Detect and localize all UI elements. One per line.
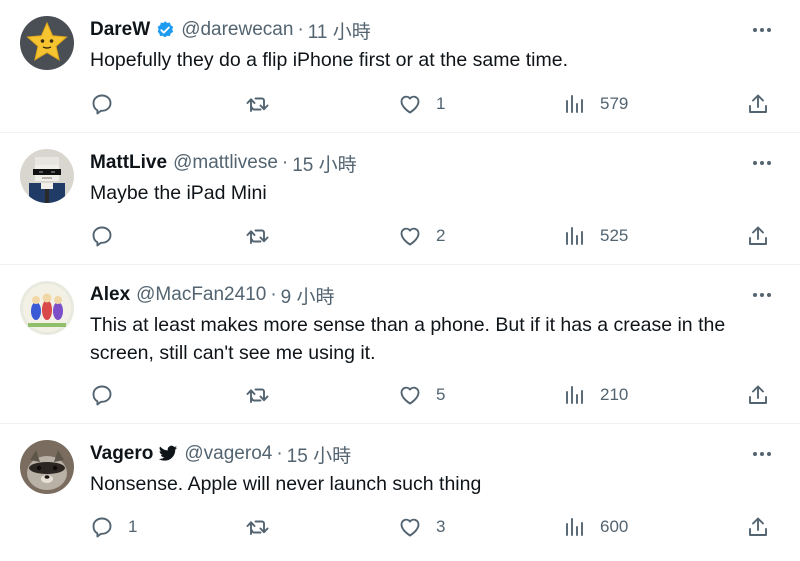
verified-badge-icon xyxy=(155,20,175,40)
views-button[interactable]: 210 xyxy=(562,381,628,409)
tweet-text: Maybe the iPad Mini xyxy=(90,182,267,204)
user-handle[interactable]: @mattlivese xyxy=(173,152,278,174)
pixel-sunglasses-avatar-icon xyxy=(20,149,74,203)
share-icon xyxy=(746,92,770,116)
like-count: 1 xyxy=(436,94,446,113)
tweet-text: This at least makes more sense than a ph… xyxy=(90,314,726,364)
share-button[interactable] xyxy=(746,90,770,118)
timestamp[interactable]: 15 小時 xyxy=(287,441,351,468)
reply-icon xyxy=(90,224,114,248)
like-button[interactable]: 1 xyxy=(398,90,445,118)
avatar[interactable] xyxy=(20,149,74,203)
timestamp[interactable]: 11 小時 xyxy=(308,17,371,44)
reply-count: 1 xyxy=(128,517,138,536)
view-count: 600 xyxy=(600,517,629,536)
raccoon-avatar-icon xyxy=(20,440,74,494)
user-handle[interactable]: @vagero4 xyxy=(184,443,272,465)
analytics-icon xyxy=(562,92,586,116)
analytics-icon xyxy=(562,515,586,539)
tweet-actions: 2 525 xyxy=(90,222,780,250)
view-count: 525 xyxy=(600,226,629,245)
more-options-icon[interactable] xyxy=(750,283,774,307)
display-name[interactable]: DareW xyxy=(90,19,150,41)
tweet[interactable]: Alex @MacFan2410 · 9 小時 This at least ma… xyxy=(0,265,800,424)
like-button[interactable]: 2 xyxy=(398,222,445,250)
like-count: 3 xyxy=(436,517,446,536)
share-button[interactable] xyxy=(746,222,770,250)
more-options-icon[interactable] xyxy=(750,442,774,466)
share-button[interactable] xyxy=(746,513,770,541)
retweet-icon xyxy=(245,224,271,248)
display-name[interactable]: Vagero xyxy=(90,443,153,465)
reply-icon xyxy=(90,515,114,539)
tweet-text: Nonsense. Apple will never launch such t… xyxy=(90,473,482,495)
share-icon xyxy=(746,224,770,248)
like-count: 5 xyxy=(436,385,446,404)
heart-icon xyxy=(398,92,422,116)
figures-avatar-icon xyxy=(20,281,74,335)
tweet[interactable]: DareW @darewecan · 11 小時 Hopefully they … xyxy=(0,0,800,133)
view-count: 210 xyxy=(600,385,629,404)
reply-icon xyxy=(90,383,114,407)
tweet-header: Alex @MacFan2410 · 9 小時 xyxy=(90,281,335,309)
retweet-button[interactable] xyxy=(245,222,285,250)
tweet[interactable]: MattLive @mattlivese · 15 小時 Maybe the i… xyxy=(0,133,800,265)
tweet-actions: 1 579 xyxy=(90,90,780,118)
views-button[interactable]: 525 xyxy=(562,222,628,250)
like-button[interactable]: 5 xyxy=(398,381,445,409)
tweet[interactable]: Vagero @vagero4 · 15 小時 Nonsense. Apple … xyxy=(0,424,800,561)
separator-dot: · xyxy=(270,284,277,305)
heart-icon xyxy=(398,515,422,539)
user-handle[interactable]: @darewecan xyxy=(181,19,293,41)
star-avatar-icon xyxy=(20,16,74,70)
retweet-icon xyxy=(245,92,271,116)
reply-icon xyxy=(90,92,114,116)
heart-icon xyxy=(398,383,422,407)
user-handle[interactable]: @MacFan2410 xyxy=(136,284,266,306)
display-name[interactable]: Alex xyxy=(90,284,130,306)
avatar[interactable] xyxy=(20,16,74,70)
timestamp[interactable]: 9 小時 xyxy=(281,282,335,309)
more-options-icon[interactable] xyxy=(750,151,774,175)
display-name[interactable]: MattLive xyxy=(90,152,167,174)
replies-feed: DareW @darewecan · 11 小時 Hopefully they … xyxy=(0,0,800,561)
heart-icon xyxy=(398,224,422,248)
reply-button[interactable]: 1 xyxy=(90,513,137,541)
tweet-actions: 5 210 xyxy=(90,381,780,409)
avatar[interactable] xyxy=(20,281,74,335)
share-button[interactable] xyxy=(746,381,770,409)
reply-button[interactable] xyxy=(90,222,128,250)
share-icon xyxy=(746,383,770,407)
analytics-icon xyxy=(562,383,586,407)
retweet-button[interactable] xyxy=(245,381,285,409)
avatar[interactable] xyxy=(20,440,74,494)
analytics-icon xyxy=(562,224,586,248)
like-button[interactable]: 3 xyxy=(398,513,445,541)
bird-badge-icon xyxy=(158,445,178,463)
views-button[interactable]: 579 xyxy=(562,90,628,118)
views-button[interactable]: 600 xyxy=(562,513,628,541)
separator-dot: · xyxy=(297,19,304,40)
retweet-button[interactable] xyxy=(245,90,285,118)
more-options-icon[interactable] xyxy=(750,18,774,42)
reply-button[interactable] xyxy=(90,381,128,409)
view-count: 579 xyxy=(600,94,629,113)
separator-dot: · xyxy=(276,443,283,464)
tweet-header: MattLive @mattlivese · 15 小時 xyxy=(90,149,357,177)
like-count: 2 xyxy=(436,226,446,245)
tweet-actions: 1 3 600 xyxy=(90,513,780,541)
separator-dot: · xyxy=(281,152,289,173)
retweet-icon xyxy=(245,515,271,539)
tweet-text: Hopefully they do a flip iPhone first or… xyxy=(90,49,568,71)
tweet-header: Vagero @vagero4 · 15 小時 xyxy=(90,440,351,468)
timestamp[interactable]: 15 小時 xyxy=(292,150,356,177)
reply-button[interactable] xyxy=(90,90,128,118)
retweet-button[interactable] xyxy=(245,513,285,541)
retweet-icon xyxy=(245,383,271,407)
share-icon xyxy=(746,515,770,539)
tweet-header: DareW @darewecan · 11 小時 xyxy=(90,16,371,44)
